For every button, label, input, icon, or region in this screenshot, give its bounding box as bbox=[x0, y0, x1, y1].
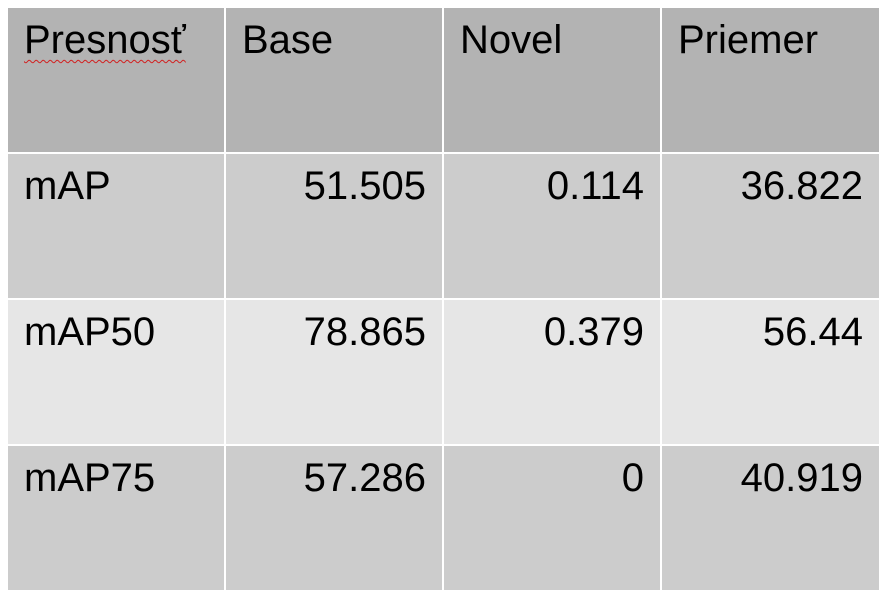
results-table: Presnosť Base Novel Priemer mAP 51.505 0… bbox=[8, 8, 879, 590]
header-cell-base: Base bbox=[226, 8, 442, 152]
cell-map75-novel: 0 bbox=[444, 446, 660, 590]
cell-map50-novel: 0.379 bbox=[444, 300, 660, 444]
cell-map-base: 51.505 bbox=[226, 154, 442, 298]
cell-map-average: 36.822 bbox=[662, 154, 879, 298]
header-precision-text: Presnosť bbox=[24, 18, 186, 62]
row-label-map50: mAP50 bbox=[8, 300, 224, 444]
header-cell-precision: Presnosť bbox=[8, 8, 224, 152]
cell-map50-base: 78.865 bbox=[226, 300, 442, 444]
header-cell-average: Priemer bbox=[662, 8, 879, 152]
cell-map-novel: 0.114 bbox=[444, 154, 660, 298]
cell-map75-base: 57.286 bbox=[226, 446, 442, 590]
header-cell-novel: Novel bbox=[444, 8, 660, 152]
row-label-map: mAP bbox=[8, 154, 224, 298]
cell-map50-average: 56.44 bbox=[662, 300, 879, 444]
row-label-map75: mAP75 bbox=[8, 446, 224, 590]
cell-map75-average: 40.919 bbox=[662, 446, 879, 590]
